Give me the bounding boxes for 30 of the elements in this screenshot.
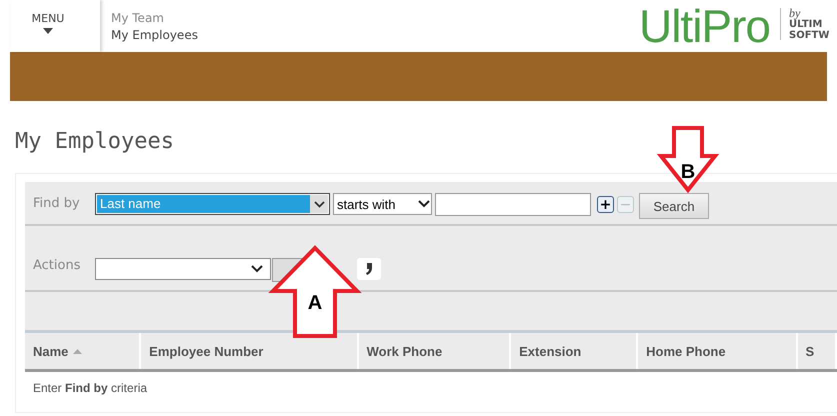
page-name: My Employees [111,27,198,44]
column-header[interactable]: Extension [511,333,638,369]
column-header[interactable]: Name [25,333,142,369]
search-input[interactable] [435,193,591,216]
chevron-icon [314,200,324,208]
logo-company: ULTIM [789,19,824,30]
logo: UltiPro [638,0,770,52]
column-header[interactable]: Work Phone [358,333,512,369]
logo-company: SOFTW [789,30,830,41]
find-by-label: Find by [33,196,81,211]
actions-dropdown[interactable] [95,258,271,280]
callout-letter: A [308,292,322,314]
empty-message: Enter Find by criteria [32,380,148,395]
breadcrumb-link[interactable]: My Team [111,10,198,27]
chevron-icon [251,265,263,273]
quote-button[interactable] [357,258,381,280]
column-header[interactable]: Home Phone [638,333,798,369]
quote-icon [366,263,372,275]
callout-letter: B [680,161,696,183]
logo-byline: by [789,8,800,19]
column-header[interactable]: S [798,333,837,369]
search-button[interactable]: Search [639,193,709,219]
actions-label: Actions [33,258,82,273]
caret-icon [43,28,53,34]
add-criteria-button[interactable]: + [597,196,614,213]
page-title: My Employees [14,128,175,155]
chevron-icon [418,200,430,208]
operator-dropdown[interactable]: starts with [333,193,432,215]
menu-button[interactable]: MENU [10,0,100,52]
callout-arrow [656,126,720,194]
